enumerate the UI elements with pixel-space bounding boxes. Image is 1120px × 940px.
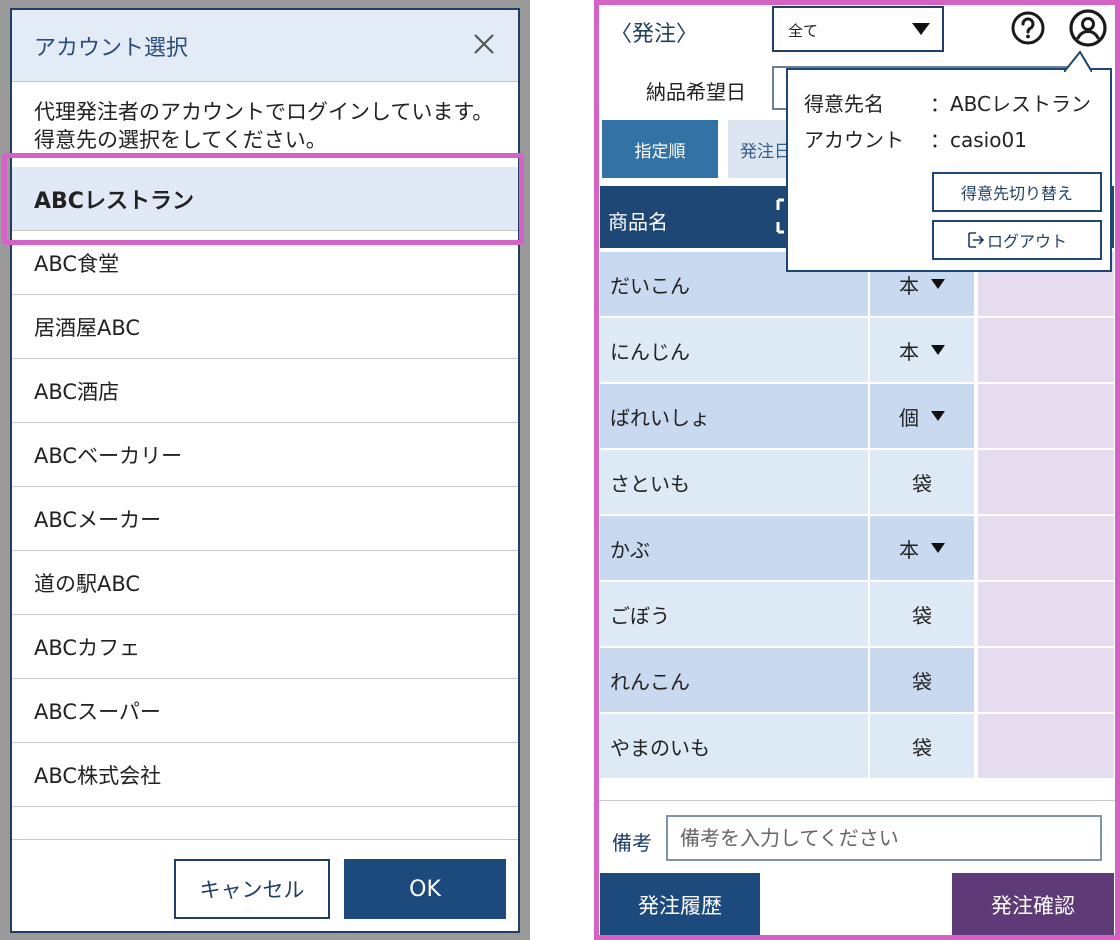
account-item[interactable]: ABCベーカリー xyxy=(12,423,518,487)
unit-label: 個 xyxy=(899,405,919,430)
order-confirm-button[interactable]: 発注確認 xyxy=(952,873,1114,937)
unit-label: 袋 xyxy=(912,471,932,496)
popover-arrow xyxy=(1064,50,1092,72)
memo-input[interactable] xyxy=(666,815,1102,861)
account-item[interactable]: ABCスーパー xyxy=(12,679,518,743)
unit-select: 袋 xyxy=(870,648,974,712)
user-account-icon[interactable] xyxy=(1068,8,1108,48)
unit-select[interactable]: 本 xyxy=(870,318,974,382)
logout-label: ログアウト xyxy=(986,232,1067,251)
popover-customer-value: ：ABCレストラン xyxy=(930,92,1092,116)
account-item[interactable]: ABC食堂 xyxy=(12,231,518,295)
tab-sort-specified[interactable]: 指定順 xyxy=(602,120,718,178)
table-row: れんこん 袋 xyxy=(600,648,1114,714)
account-item[interactable]: ABCメーカー xyxy=(12,487,518,551)
account-item[interactable]: ABC株式会社 xyxy=(12,743,518,807)
column-header-name: 商品名 xyxy=(608,210,668,234)
quantity-input[interactable] xyxy=(978,450,1114,514)
popover-account: アカウント ：casio01 xyxy=(804,124,1027,153)
popover-account-key: アカウント xyxy=(804,128,904,152)
close-icon[interactable] xyxy=(468,28,500,60)
unit-label: 本 xyxy=(899,273,919,298)
popover-account-value: ：casio01 xyxy=(930,128,1027,152)
cancel-button[interactable]: キャンセル xyxy=(174,859,330,919)
quantity-input[interactable] xyxy=(978,714,1114,778)
account-item[interactable]: ABCカフェ xyxy=(12,615,518,679)
product-name: にんじん xyxy=(600,318,868,382)
dialog-title: アカウント選択 xyxy=(34,36,189,61)
unit-select[interactable]: 本 xyxy=(870,516,974,580)
product-table: だいこん本にんじん本ばれいしょ個さといも袋かぶ本ごぼう袋れんこん袋やまのいも袋 xyxy=(600,252,1114,780)
unit-label: 袋 xyxy=(912,603,932,628)
product-name: れんこん xyxy=(600,648,868,712)
table-row: さといも 袋 xyxy=(600,450,1114,516)
order-screen: 〈発注〉 全て 納品希望日 指定順 発注日 商品名 だいこん本にんじん本ばれいし… xyxy=(594,0,1120,940)
dialog-message: 代理発注者のアカウントでログインしています。得意先の選択をしてください。 xyxy=(34,100,494,152)
quantity-input[interactable] xyxy=(978,582,1114,646)
account-item[interactable]: ABCレストラン xyxy=(12,167,518,231)
bottom-panel: 備考 発注履歴 発注確認 xyxy=(594,800,1120,940)
popover-customer: 得意先名 ：ABCレストラン xyxy=(804,88,1091,117)
table-row: ごぼう 袋 xyxy=(600,582,1114,648)
help-icon[interactable] xyxy=(1010,10,1046,46)
table-row: ばれいしょ 個 xyxy=(600,384,1114,450)
unit-label: 袋 xyxy=(912,669,932,694)
product-name: ごぼう xyxy=(600,582,868,646)
table-row: にんじん 本 xyxy=(600,318,1114,384)
unit-select: 袋 xyxy=(870,450,974,514)
product-name: さといも xyxy=(600,450,868,514)
account-item[interactable]: 道の駅ABC xyxy=(12,551,518,615)
table-row: かぶ 本 xyxy=(600,516,1114,582)
quantity-input[interactable] xyxy=(978,516,1114,580)
dialog-header: アカウント選択 xyxy=(12,10,518,82)
product-name: かぶ xyxy=(600,516,868,580)
switch-customer-button[interactable]: 得意先切り替え xyxy=(932,172,1102,212)
delivery-date-label: 納品希望日 xyxy=(646,80,746,104)
account-popover: 得意先名 ：ABCレストラン アカウント ：casio01 得意先切り替え ログアウ… xyxy=(786,68,1112,272)
unit-label: 本 xyxy=(899,537,919,562)
memo-label: 備考 xyxy=(612,831,652,855)
chevron-down-icon xyxy=(931,411,945,421)
unit-label: 本 xyxy=(899,339,919,364)
dialog-footer: キャンセル OK xyxy=(12,839,518,931)
unit-label: 袋 xyxy=(912,735,932,760)
unit-select: 袋 xyxy=(870,714,974,778)
account-select-dialog: アカウント選択 代理発注者のアカウントでログインしています。得意先の選択をしてく… xyxy=(10,8,520,933)
order-history-button[interactable]: 発注履歴 xyxy=(600,873,760,937)
quantity-input[interactable] xyxy=(978,384,1114,448)
filter-value: 全て xyxy=(788,22,819,40)
page-title[interactable]: 〈発注〉 xyxy=(610,16,698,48)
chevron-down-icon xyxy=(912,23,930,35)
product-name: やまのいも xyxy=(600,714,868,778)
unit-select[interactable]: 個 xyxy=(870,384,974,448)
chevron-down-icon xyxy=(931,543,945,553)
unit-select: 袋 xyxy=(870,582,974,646)
product-name: ばれいしょ xyxy=(600,384,868,448)
logout-button[interactable]: ログアウト xyxy=(932,220,1102,260)
logout-icon xyxy=(968,232,985,248)
popover-customer-key: 得意先名 xyxy=(804,92,884,116)
account-item[interactable]: 居酒屋ABC xyxy=(12,295,518,359)
account-list: ABCレストラン ABC食堂 居酒屋ABC ABC酒店 ABCベーカリー ABCメーカー道… xyxy=(12,167,518,847)
account-item[interactable]: ABC酒店 xyxy=(12,359,518,423)
filter-select[interactable]: 全て xyxy=(772,6,944,52)
ok-button[interactable]: OK xyxy=(344,859,506,919)
table-row: やまのいも 袋 xyxy=(600,714,1114,780)
quantity-input[interactable] xyxy=(978,648,1114,712)
quantity-input[interactable] xyxy=(978,318,1114,382)
chevron-down-icon xyxy=(931,279,945,289)
chevron-down-icon xyxy=(931,345,945,355)
